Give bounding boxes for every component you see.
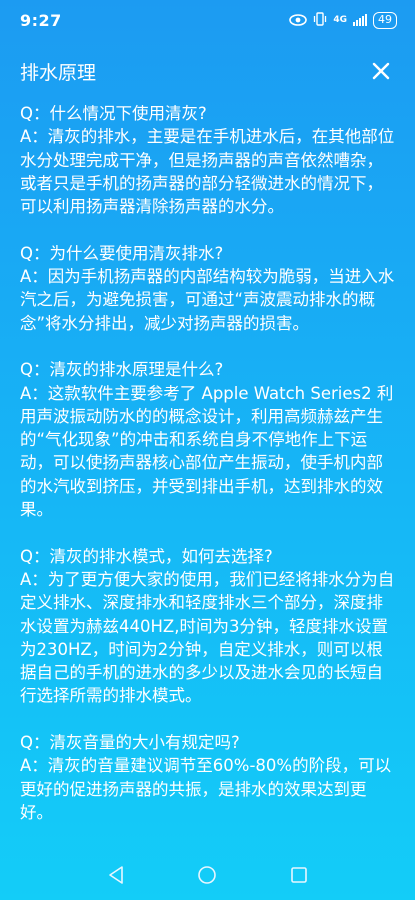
- vibrate-icon: [313, 11, 327, 29]
- network-type-label: 4G: [333, 15, 347, 25]
- status-bar: 9:27 4G 49: [0, 0, 415, 40]
- faq-question: Q：清灰的排水模式，如何去选择?: [20, 546, 273, 566]
- home-circle-icon: [198, 866, 217, 884]
- faq-item: Q：为什么要使用清灰排水? A：因为手机扬声器的内部结构较为脆弱，当进入水汽之后…: [20, 242, 395, 335]
- recents-square-icon: [291, 867, 307, 883]
- eye-comfort-icon: [289, 11, 308, 30]
- status-time: 9:27: [20, 10, 62, 30]
- back-button[interactable]: [101, 860, 131, 890]
- page-title: 排水原理: [20, 61, 97, 84]
- faq-answer: A：清灰的排水，主要是在手机进水后，在其他部位水分处理完成干净，但是扬声器的声音…: [20, 127, 395, 217]
- faq-question: Q：什么情况下使用清灰?: [20, 104, 207, 123]
- faq-item: Q：什么情况下使用清灰? A：清灰的排水，主要是在手机进水后，在其他部位水分处理…: [20, 102, 395, 218]
- faq-item: Q：清灰的排水模式，如何去选择? A：为了更方便大家的使用，我们已经将排水分为自…: [20, 545, 395, 708]
- signal-icon: [353, 14, 367, 26]
- battery-icon: 49: [373, 11, 397, 29]
- faq-answer: A：因为手机扬声器的内部结构较为脆弱，当进入水汽之后，为避免损害，可通过“声波震…: [20, 267, 395, 333]
- faq-content[interactable]: Q：什么情况下使用清灰? A：清灰的排水，主要是在手机进水后，在其他部位水分处理…: [0, 102, 415, 850]
- status-icons: 4G 49: [289, 11, 397, 30]
- system-nav-bar: [0, 850, 415, 900]
- battery-level: 49: [378, 13, 392, 26]
- faq-answer: A：这款软件主要参考了 Apple Watch Series2 利用声波振动防水…: [20, 383, 394, 520]
- recents-button[interactable]: [284, 860, 314, 890]
- back-triangle-icon: [109, 866, 123, 884]
- faq-answer: A：清灰的音量建议调节至60%-80%的阶段，可以更好的促进扬声器的共振，是排水…: [20, 756, 392, 822]
- home-button[interactable]: [192, 860, 222, 890]
- faq-item: Q：清灰音量的大小有规定吗? A：清灰的音量建议调节至60%-80%的阶段，可以…: [20, 731, 395, 824]
- faq-answer: A：为了更方便大家的使用，我们已经将排水分为自定义排水、深度排水和轻度排水三个部…: [20, 569, 395, 706]
- faq-question: Q：为什么要使用清灰排水?: [20, 243, 224, 263]
- faq-item: Q：清灰的排水原理是什么? A：这款软件主要参考了 Apple Watch Se…: [20, 358, 395, 521]
- app-bar: 排水原理: [0, 40, 415, 102]
- faq-question: Q：清灰的排水原理是什么?: [20, 360, 224, 380]
- close-button[interactable]: [367, 57, 395, 85]
- close-icon: [372, 62, 390, 80]
- faq-question: Q：清灰音量的大小有规定吗?: [20, 733, 240, 753]
